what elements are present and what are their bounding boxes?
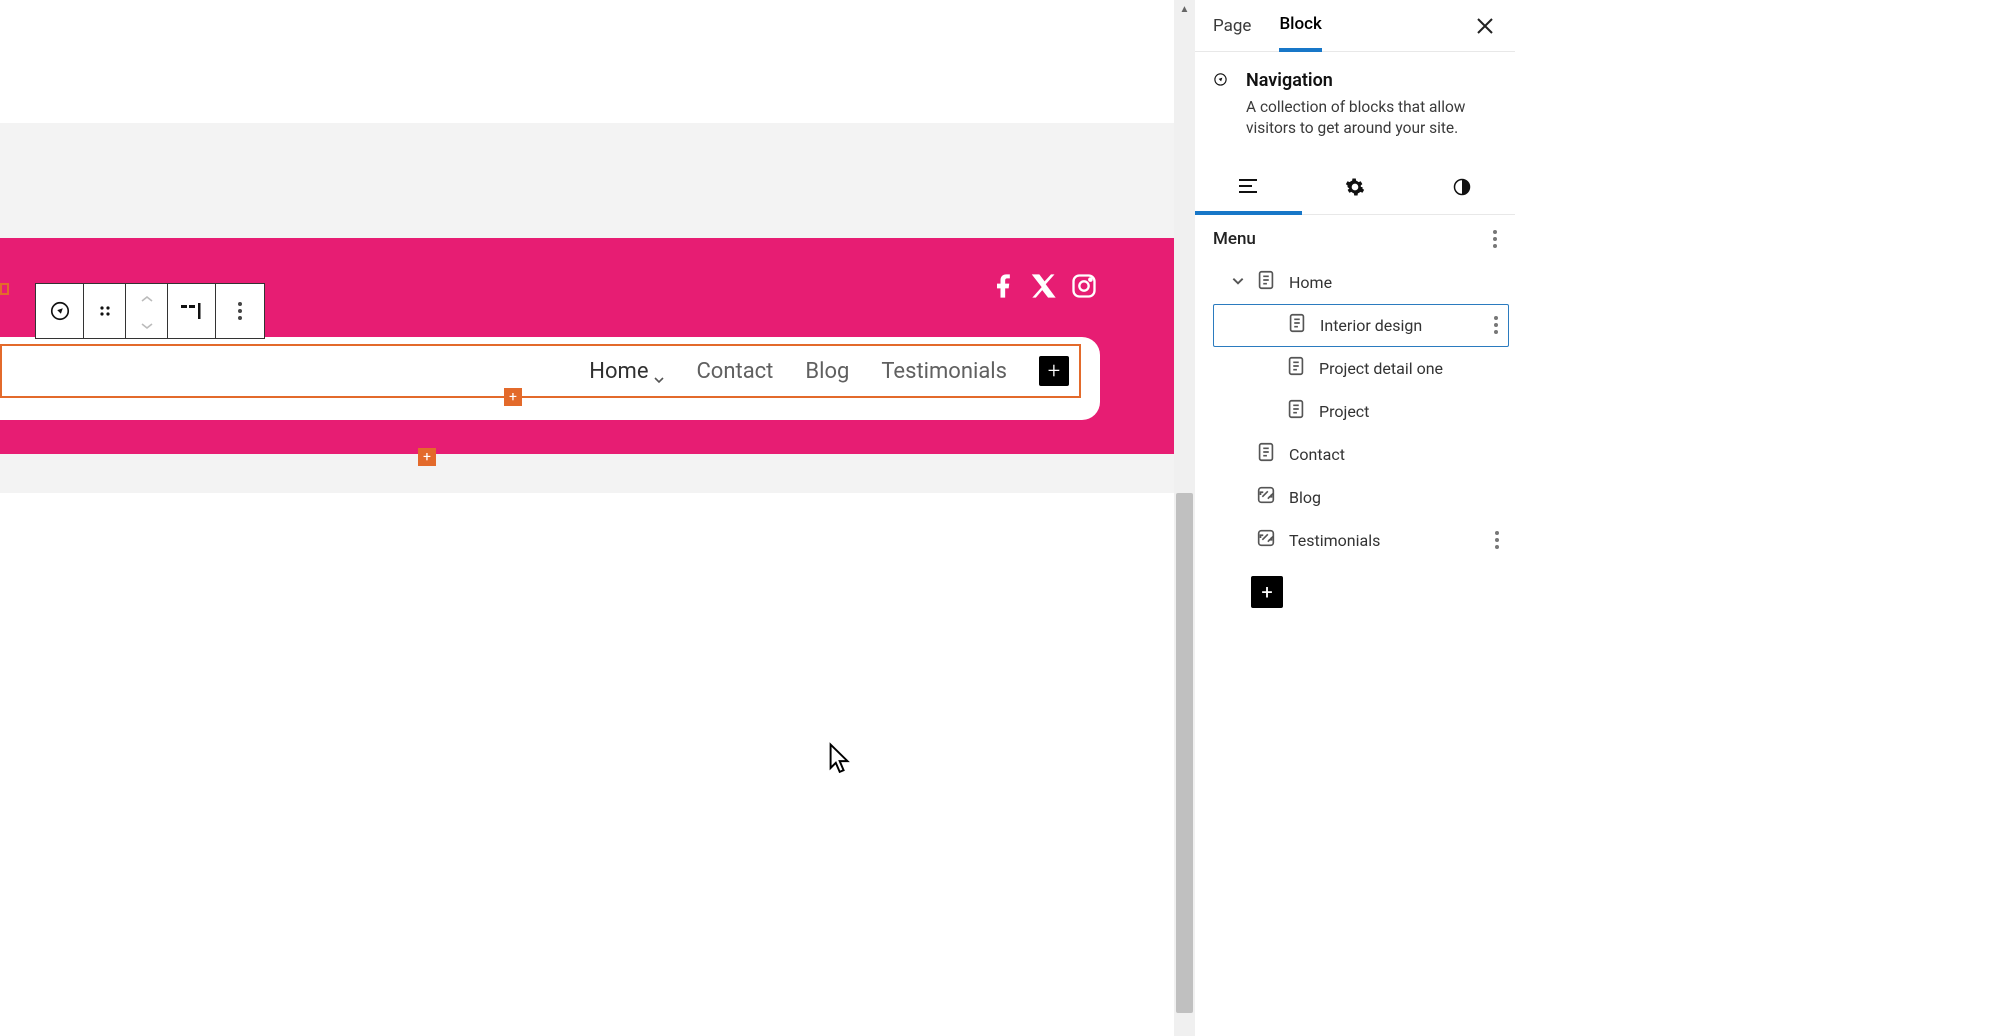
add-nav-item-button[interactable]: + — [1039, 356, 1069, 386]
move-up-button[interactable] — [141, 288, 153, 307]
menu-item-contact[interactable]: Contact — [1213, 433, 1509, 476]
selection-handle[interactable] — [0, 283, 9, 295]
link-icon — [1255, 484, 1277, 510]
menu-item-blog[interactable]: Blog — [1213, 476, 1509, 519]
menu-item-label: Project detail one — [1319, 359, 1443, 378]
page-icon — [1285, 398, 1307, 424]
tab-block[interactable]: Block — [1279, 0, 1321, 52]
x-twitter-icon[interactable] — [1030, 272, 1058, 304]
menu-item-project-detail-one[interactable]: Project detail one — [1213, 347, 1509, 390]
menu-item-project[interactable]: Project — [1213, 390, 1509, 433]
social-links[interactable] — [990, 272, 1098, 304]
close-sidebar-button[interactable] — [1473, 14, 1497, 38]
chevron-down-icon — [654, 366, 664, 376]
menu-item-label: Home — [1289, 273, 1332, 292]
menu-item-interior-design[interactable]: Interior design — [1213, 304, 1509, 347]
tab-page[interactable]: Page — [1213, 0, 1251, 52]
cursor-icon — [828, 742, 854, 774]
chevron-down-icon[interactable] — [1231, 273, 1245, 292]
styles-tab[interactable] — [1408, 161, 1515, 214]
nav-item-home[interactable]: Home — [589, 359, 664, 384]
navigation-icon — [1213, 72, 1228, 98]
menu-heading: Menu — [1213, 229, 1256, 249]
list-view-tab[interactable] — [1195, 161, 1302, 215]
nav-item-contact[interactable]: Contact — [696, 359, 773, 384]
nav-item-blog[interactable]: Blog — [805, 359, 849, 384]
nav-item-testimonials[interactable]: Testimonials — [881, 359, 1007, 384]
menu-item-label: Interior design — [1320, 316, 1422, 335]
link-icon — [1255, 527, 1277, 553]
item-options-button[interactable] — [1494, 316, 1498, 334]
page-icon — [1255, 269, 1277, 295]
settings-sidebar: Page Block Navigation A collection of bl… — [1195, 0, 1515, 1036]
instagram-icon[interactable] — [1070, 272, 1098, 304]
menu-item-label: Testimonials — [1289, 531, 1380, 550]
add-menu-item-button[interactable]: + — [1251, 576, 1283, 608]
navigation-block[interactable]: Home Contact Blog Testimonials + — [0, 344, 1081, 398]
drag-handle-icon[interactable] — [84, 283, 126, 339]
page-icon — [1285, 355, 1307, 381]
item-options-button[interactable] — [1495, 531, 1499, 549]
settings-tab[interactable] — [1302, 161, 1409, 214]
facebook-icon[interactable] — [990, 272, 1018, 304]
menu-item-label: Contact — [1289, 445, 1345, 464]
scroll-up-arrow-icon[interactable]: ▲ — [1174, 0, 1195, 18]
scrollbar-thumb[interactable] — [1176, 493, 1193, 1013]
menu-item-testimonials[interactable]: Testimonials — [1213, 519, 1509, 562]
editor-canvas[interactable]: Home Contact Blog Testimonials + + + — [0, 0, 1174, 1036]
menu-item-home[interactable]: Home — [1213, 261, 1509, 304]
menu-item-label: Blog — [1289, 488, 1321, 507]
menu-item-label: Project — [1319, 402, 1369, 421]
nav-item-label: Home — [589, 359, 648, 384]
menu-tree: Home Interior design Project detail one … — [1195, 261, 1515, 608]
navigation-block-icon[interactable] — [36, 283, 84, 339]
justify-button[interactable] — [168, 283, 216, 339]
vertical-scrollbar[interactable]: ▲ — [1174, 0, 1195, 1036]
inserter-button-below[interactable]: + — [418, 448, 436, 466]
move-down-button[interactable] — [141, 315, 153, 334]
menu-options-button[interactable] — [1493, 230, 1497, 248]
page-icon — [1255, 441, 1277, 467]
page-icon — [1286, 312, 1308, 338]
block-toolbar[interactable] — [35, 283, 265, 339]
block-description: A collection of blocks that allow visito… — [1246, 97, 1497, 139]
inserter-button-inline[interactable]: + — [504, 388, 522, 406]
block-title: Navigation — [1246, 70, 1497, 91]
more-options-button[interactable] — [216, 283, 264, 339]
